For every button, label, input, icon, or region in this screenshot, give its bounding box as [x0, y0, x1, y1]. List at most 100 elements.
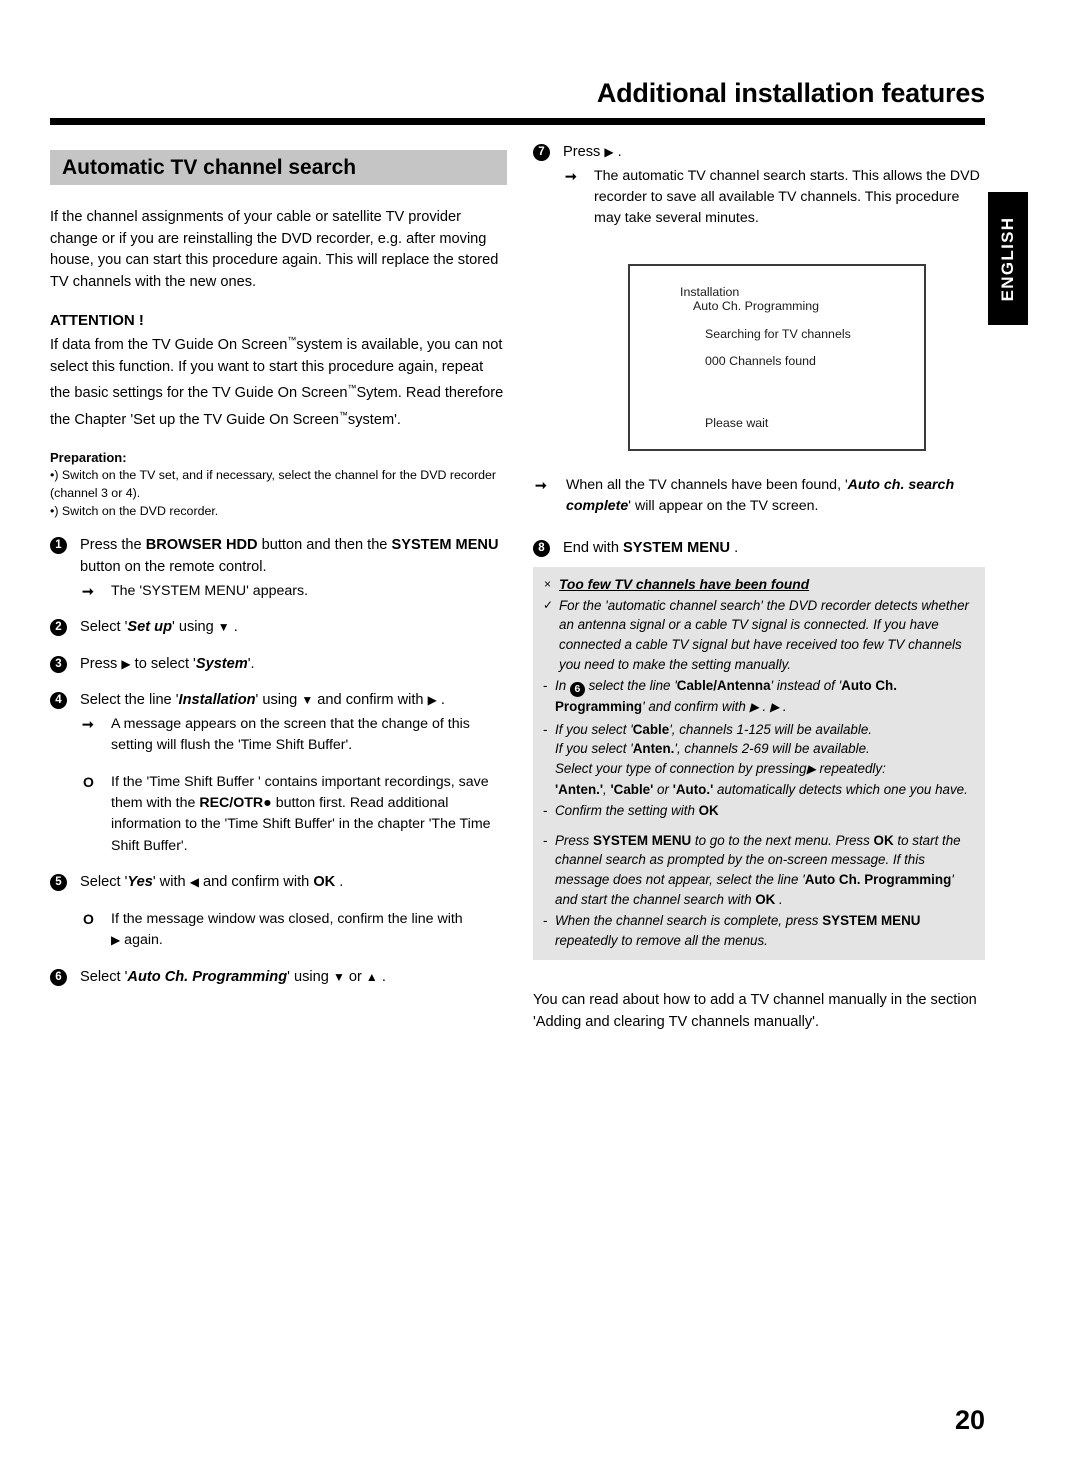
tip-bold-key: OK — [873, 832, 894, 848]
dash-bullet-icon: - — [543, 803, 548, 819]
step-text: . — [730, 539, 739, 556]
right-arrow-icon: ▶ — [111, 933, 121, 948]
manual-page: Additional installation features ENGLISH… — [0, 0, 1080, 1473]
step-text: Select ' — [80, 968, 128, 985]
tip-text: Press — [555, 832, 593, 848]
step-text: ' using — [287, 968, 333, 985]
step-number-badge: 7 — [533, 144, 550, 161]
tip-text: ', channels 1-125 will be available. — [669, 721, 872, 737]
preparation-item: •) Switch on the DVD recorder. — [50, 504, 219, 519]
tip-body-text: For the 'automatic channel search' the D… — [559, 597, 970, 672]
step-note: O If the 'Time Shift Buffer ' contains i… — [80, 772, 507, 858]
tip-text: ' and confirm with — [642, 699, 750, 715]
tip-text: select the line ' — [584, 678, 677, 694]
up-arrow-icon: ▲ — [365, 969, 378, 984]
tip-bold-key: SYSTEM MENU — [822, 913, 921, 929]
right-arrow-icon: ▶ — [427, 693, 437, 708]
right-arrow-icon: ▶ — [749, 700, 759, 715]
right-arrow-icon: ▶ — [121, 656, 131, 671]
step-7: 7 Press ▶ . ➞ The automatic TV channel s… — [533, 142, 985, 230]
tip-item-3: - Confirm the setting with OK — [543, 801, 975, 821]
header-divider — [50, 118, 985, 125]
dash-bullet-icon: - — [543, 721, 548, 737]
tip-text: When the channel search is complete, pre… — [555, 913, 823, 929]
step-text: Press — [563, 144, 605, 160]
attention-part-1: If data from the TV Guide On Screen — [50, 337, 288, 354]
down-arrow-icon: ▼ — [332, 969, 345, 984]
tv-screen-line-please-wait: Please wait — [705, 415, 769, 430]
tip-menu-item: 'Auto.' — [672, 781, 714, 797]
search-complete-result: ➞ When all the TV channels have been fou… — [533, 475, 985, 518]
step-bold-key: BROWSER HDD — [145, 537, 258, 554]
tip-body: ✓ For the 'automatic channel search' the … — [543, 596, 975, 674]
circle-bullet-icon: O — [83, 910, 94, 927]
tip-menu-item: Anten. — [632, 741, 675, 757]
step-text: Select ' — [80, 618, 128, 635]
step-result: ➞ The automatic TV channel search starts… — [563, 166, 985, 230]
tip-text: Select your type of connection by pressi… — [555, 760, 807, 776]
dash-bullet-icon: - — [543, 832, 548, 848]
step-number-badge: 1 — [50, 537, 67, 555]
tv-screen-line-installation: Installation — [680, 284, 740, 299]
left-arrow-icon: ◀ — [189, 875, 199, 890]
step-text: ' with — [152, 874, 190, 891]
tip-menu-item: Auto Ch. Programming — [804, 871, 952, 887]
step-bold-key: OK — [313, 874, 336, 891]
tip-menu-item: Cable/Antenna — [676, 678, 771, 694]
attention-body: If data from the TV Guide On Screen ™syst… — [50, 330, 507, 431]
tip-item-2: - If you select 'Cable', channels 1-125 w… — [543, 720, 975, 799]
step-result-text: A message appears on the screen that the… — [111, 715, 470, 754]
step-text: button on the remote control. — [80, 558, 267, 575]
troubleshooting-tip-box: × Too few TV channels have been found ✓ Fo… — [533, 567, 985, 961]
right-arrow-icon: ▶ — [769, 700, 780, 715]
check-icon: ✓ — [543, 597, 554, 612]
arrow-icon: ➞ — [565, 167, 577, 184]
tip-text: . — [779, 699, 787, 715]
step-text: . — [377, 968, 386, 985]
step-text: to select ' — [130, 655, 196, 672]
dash-bullet-icon: - — [543, 913, 548, 929]
result-text: ' will appear on the TV screen. — [628, 498, 819, 515]
step-text: Select ' — [80, 874, 128, 891]
step-6: 6 Select 'Auto Ch. Programming' using ▼ … — [50, 967, 507, 989]
tip-text: If you select ' — [555, 741, 633, 757]
right-column: 7 Press ▶ . ➞ The automatic TV channel s… — [533, 142, 985, 1034]
step-menu-item: Set up — [127, 618, 172, 635]
left-column: Automatic TV channel search If the chann… — [50, 150, 507, 988]
step-number-badge: 8 — [533, 539, 550, 557]
intro-paragraph: If the channel assignments of your cable… — [50, 209, 499, 290]
step-menu-item: Installation — [178, 692, 256, 709]
tip-bold-key: SYSTEM MENU — [592, 832, 692, 848]
step-result: ➞ A message appears on the screen that t… — [80, 714, 507, 757]
tip-text: Confirm the setting with — [555, 803, 699, 819]
cross-icon: × — [544, 577, 552, 592]
step-menu-item: Auto Ch. Programming — [127, 968, 288, 985]
tip-text: automatically detects which one you have… — [713, 781, 968, 797]
tip-text: ' instead of ' — [770, 678, 842, 694]
step-note-text: again. — [120, 932, 163, 949]
section-title: Automatic TV channel search — [50, 150, 507, 185]
page-title: Additional installation features — [596, 78, 985, 108]
step-text: . — [436, 692, 445, 709]
tip-text: repeatedly: — [815, 760, 886, 776]
step-text: ' using — [255, 692, 302, 709]
step-text: '. — [247, 655, 255, 672]
tip-text: or — [653, 781, 673, 797]
page-number: 20 — [954, 1405, 985, 1435]
right-arrow-icon: ▶ — [806, 761, 816, 776]
step-8: 8 End with SYSTEM MENU . — [533, 538, 985, 560]
step-result-text: The automatic TV channel search starts. … — [594, 167, 980, 227]
step-number-badge: 6 — [50, 968, 67, 986]
step-result-text: The 'SYSTEM MENU' appears. — [111, 582, 309, 599]
result-text: When all the TV channels have been found… — [566, 476, 848, 493]
tv-screen-line-auto-ch-programming: Auto Ch. Programming — [693, 298, 820, 313]
step-bold-key: REC/OTR — [199, 794, 264, 811]
preparation-item: •) Switch on the TV set, and if necessar… — [50, 468, 497, 501]
tip-bold-key: OK — [698, 803, 719, 819]
tip-text: ', channels 2-69 will be available. — [674, 741, 870, 757]
step-text: Press — [80, 655, 122, 672]
inline-step-badge: 6 — [569, 682, 585, 698]
closing-paragraph: You can read about how to add a TV chann… — [533, 992, 977, 1030]
arrow-icon: ➞ — [82, 715, 94, 732]
step-text: . — [335, 874, 344, 891]
